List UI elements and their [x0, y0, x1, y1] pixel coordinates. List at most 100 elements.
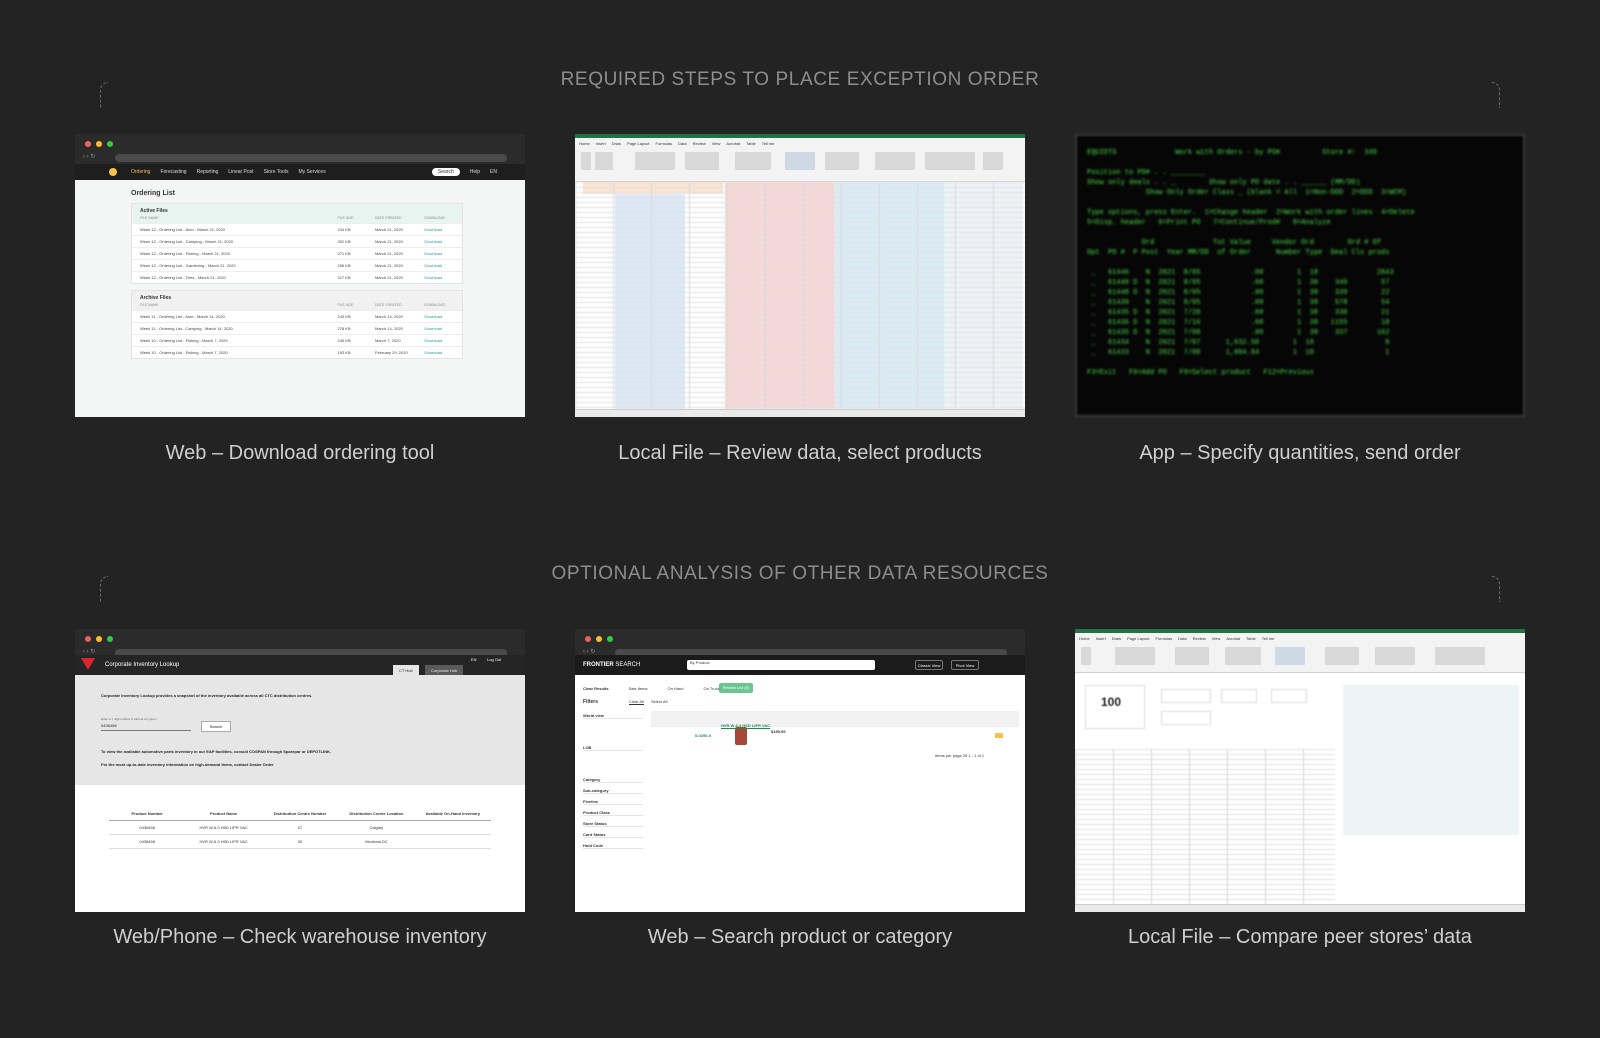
file-cell: Week 11 - Ordering List - Camping - Marc…	[140, 326, 233, 331]
ribbon-tab[interactable]: Review	[693, 141, 706, 146]
nav-linear-post[interactable]: Linear Post	[228, 169, 253, 175]
logout-link[interactable]: Log Out	[487, 657, 501, 662]
ribbon-tab[interactable]: Review	[1193, 636, 1206, 641]
pagination[interactable]: Items per page 25 1 - 1 of 1	[935, 753, 984, 758]
download-link[interactable]: Download	[424, 227, 454, 232]
ribbon-tab[interactable]: Draw	[612, 141, 621, 146]
ribbon-tab[interactable]: Formulas	[656, 141, 673, 146]
file-cell: March 14, 2020	[375, 326, 403, 331]
frontier-logo: FRONTIER SEARCH	[583, 662, 641, 668]
note-text: To view the available automotive parts i…	[101, 749, 332, 754]
input-label: Enter a 7 digit product # without a hyph…	[101, 717, 157, 721]
sheet-tabs-bar	[575, 409, 1025, 417]
file-cell: March 21, 2020	[375, 227, 403, 232]
table-header: FILE NAME FILE SIZE DATE CREATED DOWNLOAD	[132, 302, 462, 310]
filter-facet[interactable]: Sub-category	[583, 788, 643, 794]
filter-facet[interactable]: Store Status	[583, 821, 643, 827]
table-header: FILE NAME FILE SIZE DATE CREATED DOWNLOAD	[132, 215, 462, 223]
tab-ct-hub[interactable]: CT Hub	[393, 665, 419, 675]
search-input[interactable]: Search	[431, 168, 460, 176]
excel-ribbon: Home Insert Draw Page Layout Formulas Data Rev…	[575, 138, 1025, 182]
ribbon-tab[interactable]: Tell me	[762, 141, 775, 146]
download-link[interactable]: Download	[424, 350, 454, 355]
language-toggle[interactable]: EN	[471, 657, 477, 662]
spreadsheet-grid[interactable]	[575, 182, 1025, 409]
product-number-input[interactable]: 0436458	[101, 723, 191, 731]
ribbon-tab[interactable]: View	[712, 141, 721, 146]
filter-facet[interactable]: Card Status	[583, 832, 643, 838]
table-header: Product Number Product Name Distribution C…	[109, 807, 491, 821]
pivot-view-button[interactable]: Pivot View	[951, 660, 979, 670]
ribbon-tab[interactable]: Insert	[1096, 636, 1106, 641]
nav-store-tools[interactable]: Store Tools	[264, 169, 289, 175]
terminal-text[interactable]: EQUIDTS Work with Orders - by PO# Store …	[1087, 148, 1513, 378]
nav-reporting[interactable]: Reporting	[197, 169, 219, 175]
tab-sale-items[interactable]: Sale Items	[629, 686, 648, 691]
frontier-search-screenshot: ‹ › ↻ FRONTIER SEARCH By Product Classic…	[575, 629, 1025, 912]
filter-facet[interactable]: LOB	[583, 745, 643, 751]
review-list-button[interactable]: Review List (0)	[719, 683, 753, 693]
results-header	[651, 711, 1019, 727]
filter-facet[interactable]: Category	[583, 777, 643, 783]
nav-forecasting[interactable]: Forecasting	[160, 169, 186, 175]
excel-review-screenshot: Home Insert Draw Page Layout Formulas Data Rev…	[575, 134, 1025, 417]
ribbon-tab[interactable]: View	[1212, 636, 1221, 641]
caption-compare-stores: Local File – Compare peer stores’ data	[1128, 926, 1472, 948]
active-files-panel: Active Files FILE NAME FILE SIZE DATE CREA…	[131, 203, 463, 284]
download-link[interactable]: Download	[424, 239, 454, 244]
ribbon-tab[interactable]: Acrobat	[1226, 636, 1240, 641]
search-input[interactable]: By Product	[687, 660, 875, 670]
file-cell: February 29, 2020	[375, 350, 408, 355]
download-link[interactable]: Download	[424, 326, 454, 331]
filter-facet[interactable]: Hold Code	[583, 843, 643, 849]
spreadsheet-grid[interactable]	[1075, 749, 1335, 904]
ribbon-tab[interactable]: Insert	[596, 141, 606, 146]
nav-ordering[interactable]: Ordering	[131, 169, 150, 175]
caption-send-order: App – Specify quantities, send order	[1139, 442, 1461, 464]
ribbon-tab[interactable]: Home	[579, 141, 590, 146]
archive-files-header: Archive Files	[132, 291, 462, 302]
ribbon-tab[interactable]: Table	[1246, 636, 1256, 641]
file-row: Week 12 - Ordering List - Tires - March …	[132, 271, 462, 283]
inventory-lookup-screenshot: ‹ › ↻ Corporate Inventory Lookup CT Hub …	[75, 629, 525, 912]
download-link[interactable]: Download	[424, 338, 454, 343]
filter-facet[interactable]: Product Class	[583, 810, 643, 816]
tab-clear-results[interactable]: Clear Results	[583, 686, 609, 691]
filter-facet[interactable]: World view	[583, 713, 643, 719]
classic-view-button[interactable]: Classic View	[915, 660, 943, 670]
ribbon-tab[interactable]: Page Layout	[627, 141, 649, 146]
filters-heading: Filters	[583, 699, 599, 705]
ribbon-tab[interactable]: Data	[1178, 636, 1186, 641]
ribbon-tab[interactable]: Data	[678, 141, 686, 146]
ribbon-tab[interactable]: Tell me	[1262, 636, 1275, 641]
download-link[interactable]: Download	[424, 275, 454, 280]
table-row: 0436458 HVR W-6.3 H5D LIPR VAC 07 Calgary	[109, 821, 491, 835]
table-row: 0436458 HVR W-6.3 H5D LIPR VAC 30 Montreal …	[109, 835, 491, 849]
ribbon-tab[interactable]: Table	[746, 141, 756, 146]
ribbon-tab[interactable]: Acrobat	[726, 141, 740, 146]
tab-on-hand[interactable]: On Hand	[667, 686, 683, 691]
file-cell: March 21, 2020	[375, 275, 403, 280]
filter-facet[interactable]: Fineline	[583, 799, 643, 805]
download-link[interactable]: Download	[424, 263, 454, 268]
tab-corporate-hub[interactable]: Corporate Hub	[425, 665, 464, 675]
file-row: Week 10 - Ordering List - Fishing - Marc…	[132, 346, 462, 358]
frontier-header: FRONTIER SEARCH By Product Classic View …	[575, 655, 1025, 675]
help-link[interactable]: Help	[470, 169, 480, 175]
product-number[interactable]: 0-0250-0	[695, 733, 711, 738]
language-toggle[interactable]: EN	[490, 169, 497, 175]
select-all-link[interactable]: Select All	[651, 699, 667, 704]
ribbon-tab[interactable]: Page Layout	[1127, 636, 1149, 641]
search-button[interactable]: Search	[201, 721, 231, 732]
ribbon-tab[interactable]: Home	[1079, 636, 1090, 641]
tab-on-truck[interactable]: On Truck	[704, 686, 720, 691]
clear-all-link[interactable]: Clear All	[629, 699, 644, 704]
ribbon-tab[interactable]: Formulas	[1156, 636, 1173, 641]
download-link[interactable]: Download	[424, 314, 454, 319]
file-cell: Week 12 - Ordering List - Tires - March …	[140, 275, 226, 280]
file-cell: March 21, 2020	[375, 239, 403, 244]
nav-my-services[interactable]: My Services	[298, 169, 325, 175]
ribbon-tab[interactable]: Draw	[1112, 636, 1121, 641]
download-link[interactable]: Download	[424, 251, 454, 256]
product-name-link[interactable]: HVR W-6.3 HSD LIPR VAC	[721, 723, 770, 728]
